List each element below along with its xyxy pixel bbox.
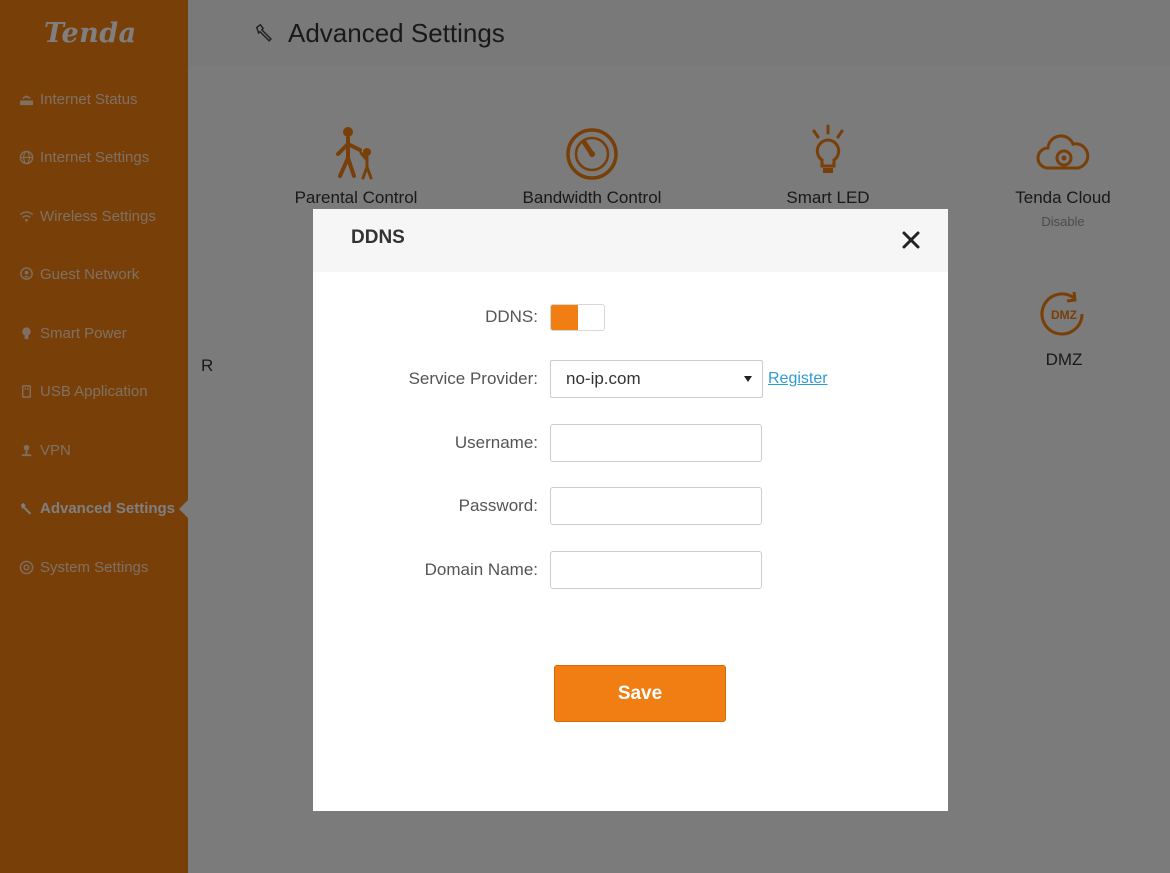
register-link[interactable]: Register	[768, 360, 828, 398]
password-label: Password:	[458, 496, 538, 515]
service-provider-value: no-ip.com	[566, 369, 641, 388]
domain-name-label: Domain Name:	[424, 560, 538, 579]
ddns-toggle-row: DDNS:	[313, 298, 948, 336]
password-input[interactable]	[550, 487, 762, 525]
close-icon	[902, 231, 920, 249]
ddns-label: DDNS:	[485, 307, 538, 326]
chevron-down-icon	[744, 376, 752, 382]
ddns-dialog: DDNS DDNS: Service Provider: no-ip.com R…	[313, 209, 948, 811]
username-row: Username:	[313, 424, 948, 462]
ddns-toggle[interactable]	[550, 304, 605, 331]
dialog-title: DDNS	[351, 227, 405, 248]
save-button[interactable]: Save	[554, 665, 726, 722]
domain-name-input[interactable]	[550, 551, 762, 589]
close-button[interactable]	[900, 229, 922, 251]
password-row: Password:	[313, 487, 948, 525]
dialog-header: DDNS	[313, 209, 948, 272]
service-provider-select[interactable]: no-ip.com	[550, 360, 763, 398]
username-label: Username:	[454, 433, 538, 452]
domain-name-row: Domain Name:	[313, 551, 948, 589]
toggle-on-state	[551, 305, 578, 330]
username-input[interactable]	[550, 424, 762, 462]
service-provider-row: Service Provider: no-ip.com Register	[313, 360, 948, 398]
service-provider-label: Service Provider:	[408, 369, 538, 388]
